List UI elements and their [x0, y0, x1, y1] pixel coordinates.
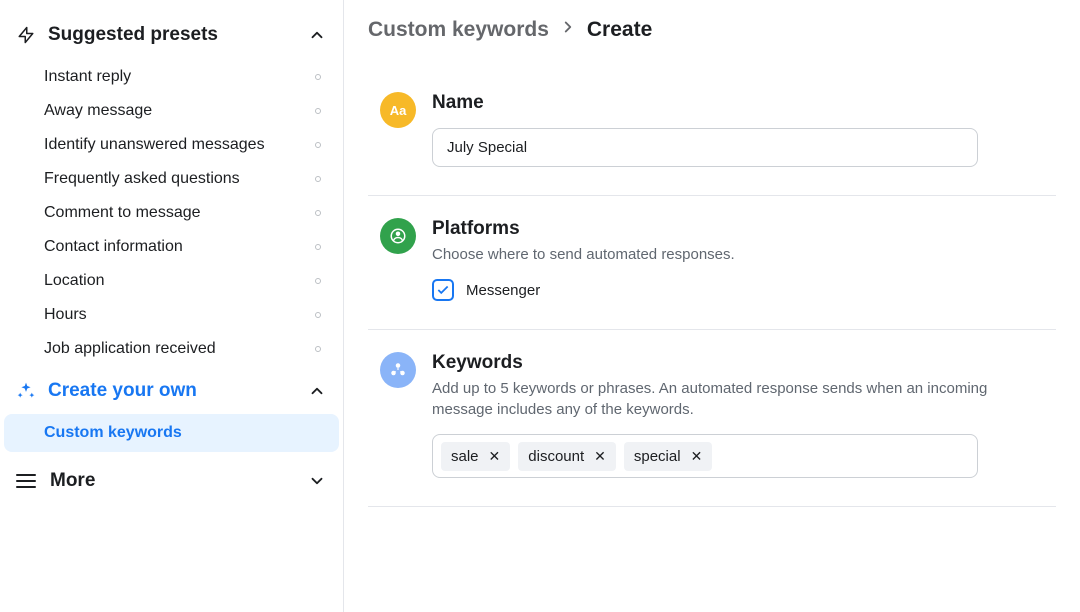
sidebar-item-label: Job application received	[44, 340, 216, 358]
sidebar-item-label: Instant reply	[44, 68, 131, 86]
close-icon[interactable]: ✕	[691, 449, 703, 463]
status-dot-icon	[315, 210, 321, 216]
chip-label: sale	[451, 448, 479, 465]
create-own-list: Custom keywords	[4, 414, 339, 452]
sidebar-item-faq[interactable]: Frequently asked questions	[30, 162, 339, 196]
preset-list: Instant reply Away message Identify unan…	[4, 60, 339, 366]
hamburger-icon	[16, 474, 36, 488]
chevron-up-icon	[307, 381, 327, 401]
sidebar-item-label: Comment to message	[44, 204, 201, 222]
close-icon[interactable]: ✕	[594, 449, 606, 463]
chevron-right-icon	[559, 18, 577, 42]
status-dot-icon	[315, 176, 321, 182]
sidebar-item-label: Contact information	[44, 238, 183, 256]
section-title: Name	[432, 92, 1046, 114]
sidebar-item-hours[interactable]: Hours	[30, 298, 339, 332]
checkbox-label: Messenger	[466, 282, 540, 299]
sidebar-item-label: Identify unanswered messages	[44, 136, 265, 154]
chevron-down-icon	[307, 471, 327, 491]
section-description: Add up to 5 keywords or phrases. An auto…	[432, 378, 1046, 420]
lightning-icon	[16, 25, 36, 45]
keyword-chip: special ✕	[624, 442, 712, 471]
keywords-icon	[380, 352, 416, 388]
platforms-icon	[380, 218, 416, 254]
checkbox-checked-icon[interactable]	[432, 279, 454, 301]
section-title: Keywords	[432, 352, 1046, 374]
status-dot-icon	[315, 142, 321, 148]
status-dot-icon	[315, 244, 321, 250]
breadcrumb: Custom keywords Create	[368, 18, 1056, 42]
keyword-chip: discount ✕	[518, 442, 616, 471]
sidebar-item-label: Hours	[44, 306, 87, 324]
sidebar: Suggested presets Instant reply Away mes…	[0, 0, 344, 612]
sidebar-item-comment-to-message[interactable]: Comment to message	[30, 196, 339, 230]
keywords-input[interactable]: sale ✕ discount ✕ special ✕	[432, 434, 978, 478]
chevron-up-icon	[307, 25, 327, 45]
name-input[interactable]	[432, 128, 978, 167]
sidebar-item-instant-reply[interactable]: Instant reply	[30, 60, 339, 94]
status-dot-icon	[315, 108, 321, 114]
status-dot-icon	[315, 312, 321, 318]
sidebar-item-custom-keywords[interactable]: Custom keywords	[4, 414, 339, 452]
sidebar-section-title: Create your own	[48, 380, 295, 402]
sparkle-icon	[16, 381, 36, 401]
sidebar-item-contact-info[interactable]: Contact information	[30, 230, 339, 264]
breadcrumb-parent[interactable]: Custom keywords	[368, 18, 549, 42]
breadcrumb-current: Create	[587, 18, 652, 42]
platform-option-messenger[interactable]: Messenger	[432, 279, 1046, 301]
keyword-chip: sale ✕	[441, 442, 510, 471]
sidebar-item-location[interactable]: Location	[30, 264, 339, 298]
sidebar-section-title: More	[50, 470, 293, 492]
sidebar-section-more[interactable]: More	[4, 460, 339, 502]
sidebar-item-label: Frequently asked questions	[44, 170, 240, 188]
section-description: Choose where to send automated responses…	[432, 244, 1046, 265]
sidebar-item-job-application[interactable]: Job application received	[30, 332, 339, 366]
chip-label: special	[634, 448, 681, 465]
sidebar-section-title: Suggested presets	[48, 24, 295, 46]
form-section-name: Aa Name	[368, 70, 1056, 196]
close-icon[interactable]: ✕	[489, 449, 501, 463]
sidebar-item-identify-unanswered[interactable]: Identify unanswered messages	[30, 128, 339, 162]
sidebar-item-label: Custom keywords	[44, 424, 182, 441]
status-dot-icon	[315, 346, 321, 352]
sidebar-item-label: Away message	[44, 102, 152, 120]
main-panel: Custom keywords Create Aa Name Platforms…	[344, 0, 1080, 612]
status-dot-icon	[315, 74, 321, 80]
sidebar-item-away-message[interactable]: Away message	[30, 94, 339, 128]
chip-label: discount	[528, 448, 584, 465]
section-title: Platforms	[432, 218, 1046, 240]
sidebar-item-label: Location	[44, 272, 105, 290]
form-section-platforms: Platforms Choose where to send automated…	[368, 196, 1056, 330]
sidebar-section-suggested[interactable]: Suggested presets	[4, 18, 339, 52]
form-section-keywords: Keywords Add up to 5 keywords or phrases…	[368, 330, 1056, 507]
sidebar-section-create-own[interactable]: Create your own	[4, 374, 339, 408]
name-icon: Aa	[380, 92, 416, 128]
status-dot-icon	[315, 278, 321, 284]
